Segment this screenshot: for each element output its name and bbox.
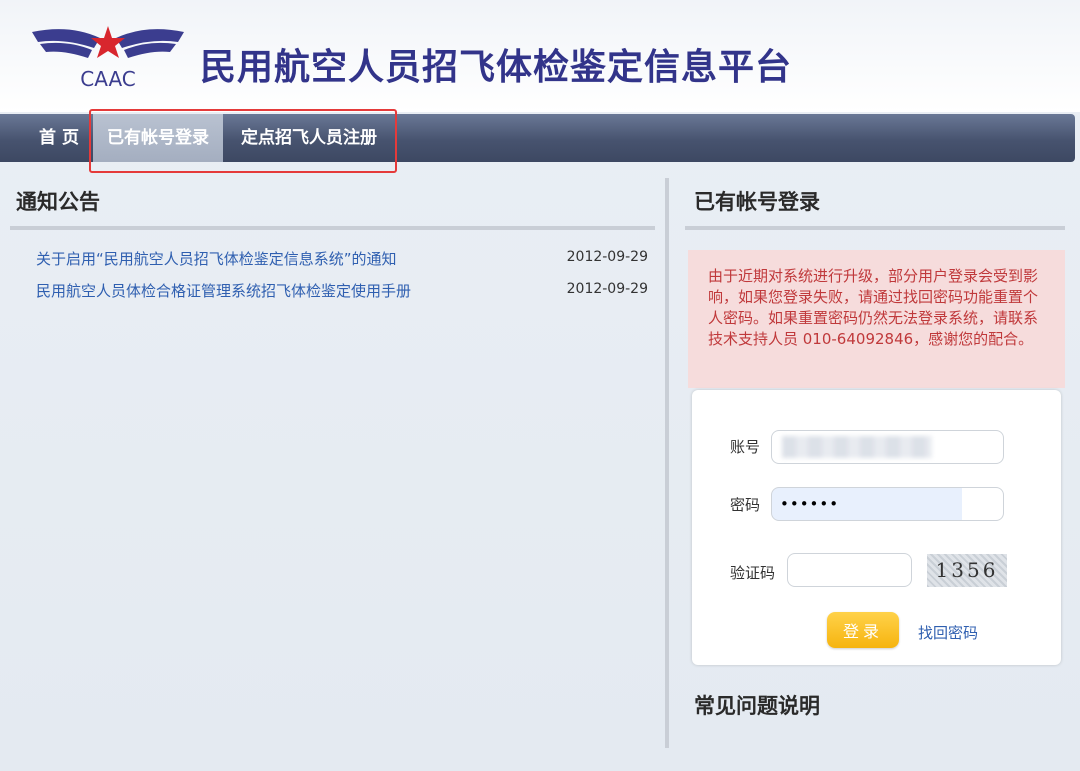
header: CAAC 民用航空人员招飞体检鉴定信息平台 [0, 0, 1080, 112]
captcha-label: 验证码 [730, 564, 776, 582]
logo-text: CAAC [80, 67, 136, 91]
column-divider [665, 178, 669, 748]
notice-date: 2012-09-29 [566, 281, 648, 297]
notice-divider [10, 226, 655, 230]
upgrade-alert: 由于近期对系统进行升级，部分用户登录会受到影响，如果您登录失败，请通过找回密码功… [688, 250, 1065, 388]
forgot-password-link[interactable]: 找回密码 [918, 622, 978, 643]
login-divider [685, 226, 1065, 230]
captcha-image[interactable]: 1356 [927, 554, 1007, 587]
password-label: 密码 [730, 496, 761, 514]
faq-section-title: 常见问题说明 [694, 694, 820, 718]
page: CAAC 民用航空人员招飞体检鉴定信息平台 首 页 已有帐号登录 定点招飞人员注… [0, 0, 1080, 771]
login-section-title: 已有帐号登录 [694, 190, 820, 214]
list-item: 民用航空人员体检合格证管理系统招飞体检鉴定使用手册 2012-09-29 [36, 280, 650, 312]
notice-link[interactable]: 关于启用“民用航空人员招飞体检鉴定信息系统”的通知 [36, 250, 397, 268]
account-value-redacted [782, 436, 932, 458]
notice-list: 关于启用“民用航空人员招飞体检鉴定信息系统”的通知 2012-09-29 民用航… [36, 248, 650, 312]
password-input[interactable] [771, 487, 1004, 521]
notice-section-title: 通知公告 [16, 190, 100, 214]
notice-date: 2012-09-29 [566, 249, 648, 265]
login-button[interactable]: 登录 [827, 612, 899, 648]
notice-link[interactable]: 民用航空人员体检合格证管理系统招飞体检鉴定使用手册 [36, 282, 411, 300]
captcha-input[interactable] [787, 553, 912, 587]
site-title: 民用航空人员招飞体检鉴定信息平台 [200, 47, 793, 88]
list-item: 关于启用“民用航空人员招飞体检鉴定信息系统”的通知 2012-09-29 [36, 248, 650, 280]
caac-logo: CAAC [32, 26, 184, 91]
nav-item-home[interactable]: 首 页 [30, 114, 88, 162]
nav-item-login[interactable]: 已有帐号登录 [93, 114, 223, 162]
login-form: 账号 密码 验证码 1356 登录 找回密码 [692, 390, 1061, 665]
main-nav: 首 页 已有帐号登录 定点招飞人员注册 [0, 114, 1075, 162]
account-label: 账号 [730, 438, 761, 456]
nav-item-register[interactable]: 定点招飞人员注册 [226, 114, 392, 162]
